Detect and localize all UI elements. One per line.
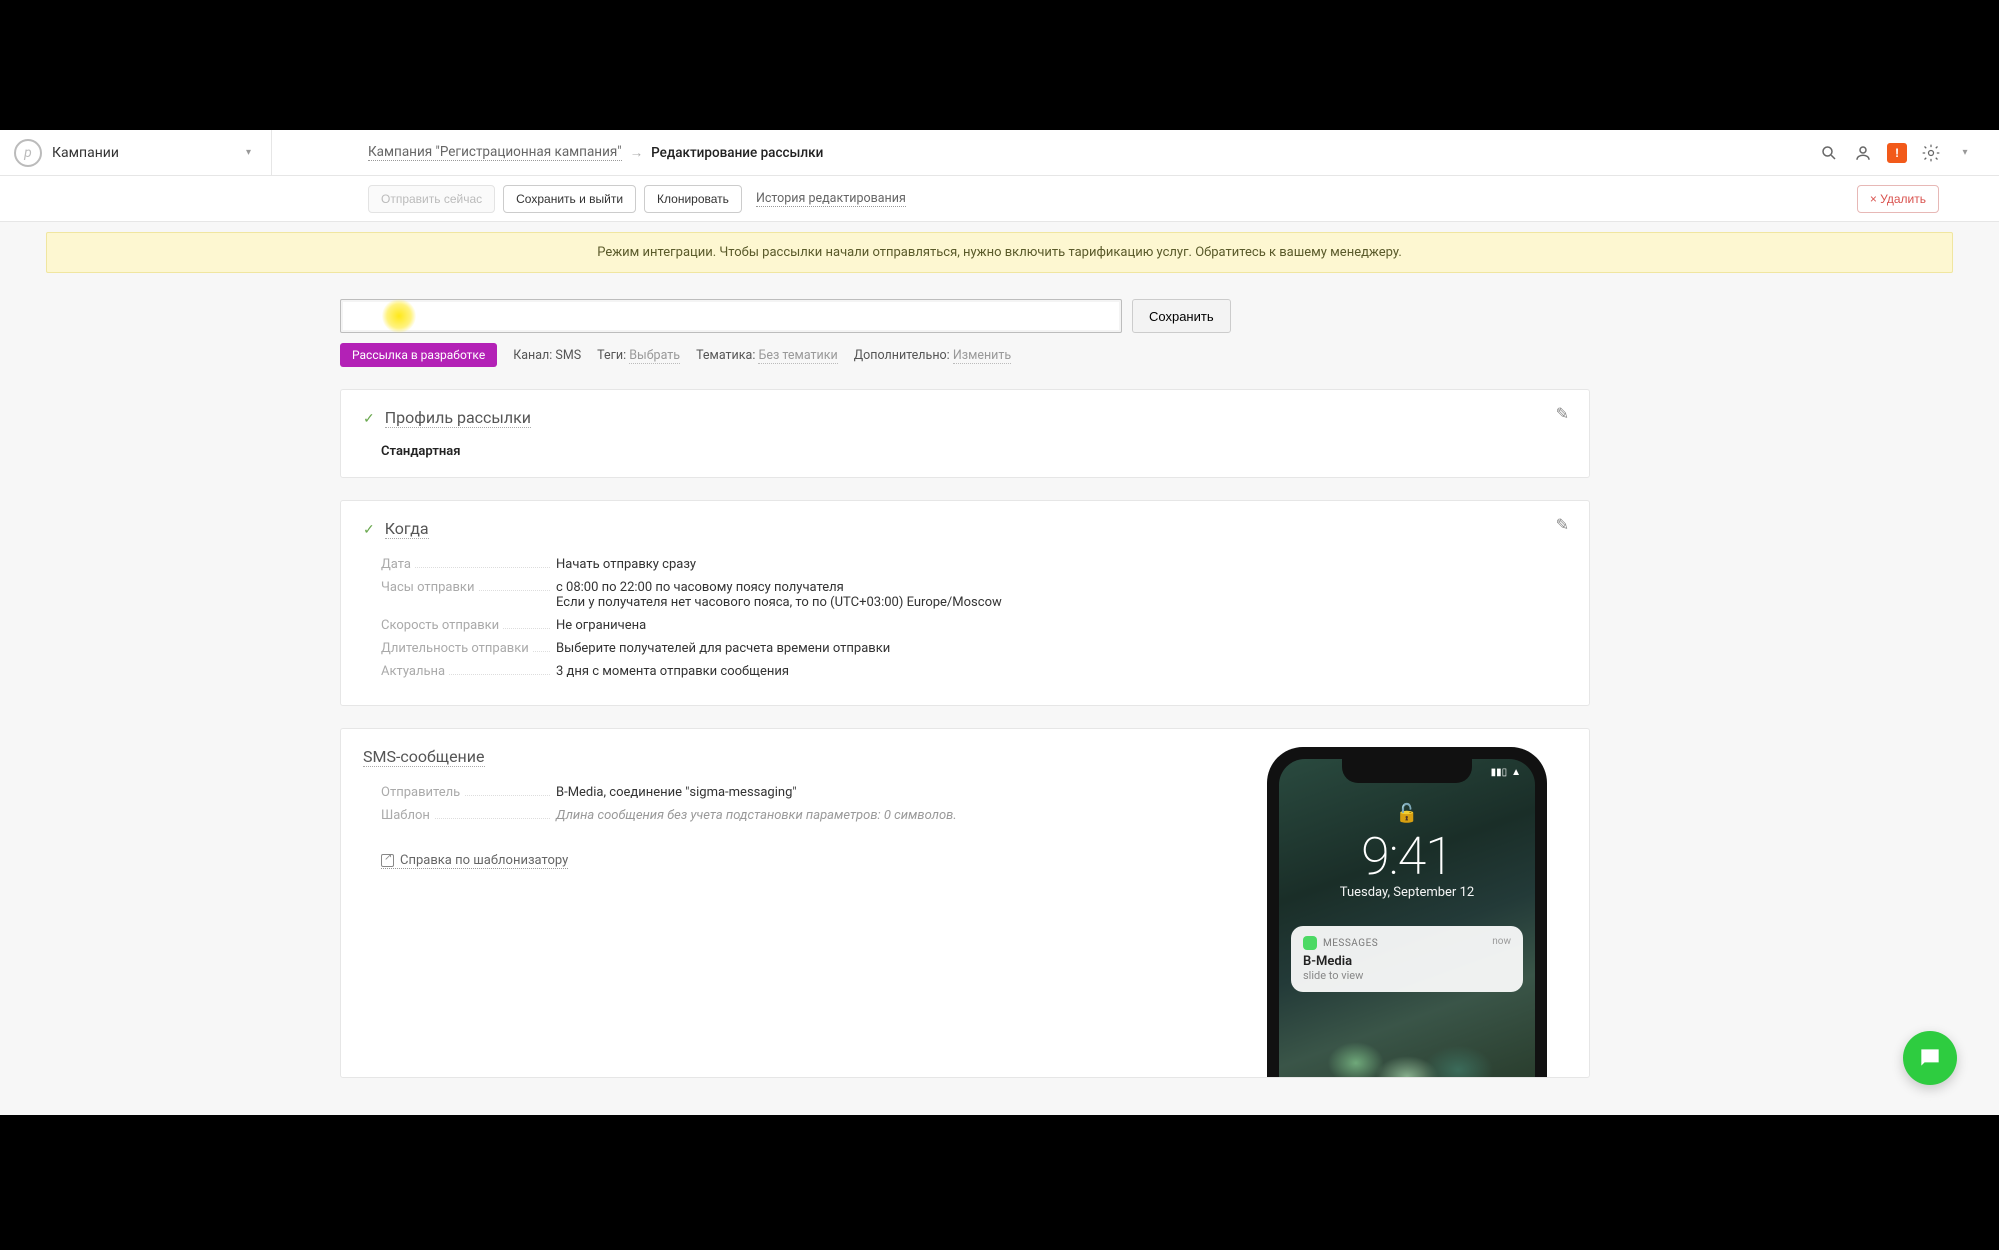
breadcrumb-separator-icon: → — [630, 145, 644, 161]
integration-notice: Режим интеграции. Чтобы рассылки начали … — [46, 232, 1953, 273]
send-now-button: Отправить сейчас — [368, 185, 495, 213]
notification-badge-icon[interactable]: ! — [1887, 143, 1907, 163]
meta-row: Рассылка в разработке Канал: SMS Теги: В… — [340, 343, 1590, 367]
phone-wallpaper — [1279, 1007, 1535, 1077]
save-and-exit-button[interactable]: Сохранить и выйти — [503, 185, 636, 213]
chevron-down-icon[interactable]: ▾ — [1955, 143, 1975, 163]
check-icon: ✓ — [363, 411, 375, 427]
channel-meta: Канал: SMS — [513, 348, 581, 363]
breadcrumb-parent-link[interactable]: Кампания "Регистрационная кампания" — [368, 144, 622, 161]
phone-time: 9:41 — [1279, 826, 1535, 887]
topbar: p Кампании ▾ Кампания "Регистрационная к… — [0, 130, 1999, 176]
brand-dropdown[interactable]: p Кампании ▾ — [0, 130, 272, 175]
check-icon: ✓ — [363, 522, 375, 538]
broadcast-title-input[interactable] — [340, 299, 1122, 333]
sms-row-sender: Отправитель B-Media, соединение "sigma-m… — [381, 785, 1217, 800]
edit-icon[interactable]: ✎ — [1556, 515, 1569, 534]
when-card: ✎ ✓ Когда Дата Начать отправку сразу Час… — [340, 500, 1590, 706]
tags-meta: Теги: Выбрать — [597, 348, 680, 363]
lock-icon: 🔓 — [1279, 803, 1535, 824]
status-badge: Рассылка в разработке — [340, 343, 497, 367]
chat-fab-button[interactable] — [1903, 1031, 1957, 1085]
phone-notch — [1342, 759, 1472, 783]
phone-date: Tuesday, September 12 — [1279, 885, 1535, 900]
tags-select-link[interactable]: Выбрать — [629, 348, 680, 364]
topic-value-link[interactable]: Без тематики — [758, 348, 837, 364]
when-row-speed: Скорость отправки Не ограничена — [381, 618, 1567, 633]
clone-button[interactable]: Клонировать — [644, 185, 742, 213]
breadcrumb-current: Редактирование рассылки — [651, 145, 823, 161]
edit-icon[interactable]: ✎ — [1556, 404, 1569, 423]
when-row-hours: Часы отправки с 08:00 по 22:00 по часово… — [381, 580, 1567, 610]
when-row-actual: Актуальна 3 дня с момента отправки сообщ… — [381, 664, 1567, 679]
phone-notification: MESSAGES now B-Media slide to view — [1291, 926, 1523, 992]
chevron-down-icon[interactable]: ▾ — [240, 141, 257, 164]
action-bar: Отправить сейчас Сохранить и выйти Клони… — [0, 176, 1999, 222]
profile-value: Стандартная — [381, 444, 1567, 459]
brand-logo-icon: p — [14, 139, 42, 167]
notif-time: now — [1492, 936, 1511, 947]
brand-name: Кампании — [52, 145, 230, 161]
sms-card-title: SMS-сообщение — [363, 747, 485, 767]
phone-preview: ▮▮▯▲ 🔓 9:41 Tuesday, September 12 MESSAG… — [1247, 747, 1567, 1077]
profile-card-title: Профиль рассылки — [385, 408, 531, 428]
when-card-title: Когда — [385, 519, 429, 539]
notif-app-label: MESSAGES — [1323, 938, 1378, 949]
delete-button[interactable]: × Удалить — [1857, 185, 1939, 213]
save-button[interactable]: Сохранить — [1132, 299, 1231, 333]
external-link-icon — [381, 854, 394, 867]
template-help-link[interactable]: Справка по шаблонизатору — [381, 853, 568, 869]
main-column: Сохранить Рассылка в разработке Канал: S… — [340, 299, 1590, 1078]
when-row-date: Дата Начать отправку сразу — [381, 557, 1567, 572]
sms-row-template: Шаблон Длина сообщения без учета подстан… — [381, 808, 1217, 823]
extra-edit-link[interactable]: Изменить — [953, 348, 1011, 364]
sms-card: SMS-сообщение Отправитель B-Media, соеди… — [340, 728, 1590, 1078]
settings-icon[interactable] — [1921, 143, 1941, 163]
messages-app-icon — [1303, 936, 1317, 950]
edit-history-link[interactable]: История редактирования — [756, 191, 906, 207]
when-row-duration: Длительность отправки Выберите получател… — [381, 641, 1567, 656]
notif-title: B-Media — [1303, 954, 1511, 969]
search-icon[interactable] — [1819, 143, 1839, 163]
breadcrumb: Кампания "Регистрационная кампания" → Ре… — [272, 144, 823, 161]
profile-card: ✎ ✓ Профиль рассылки Стандартная — [340, 389, 1590, 478]
phone-status-icons: ▮▮▯▲ — [1491, 767, 1521, 778]
notif-subtitle: slide to view — [1303, 969, 1511, 982]
topic-meta: Тематика: Без тематики — [696, 348, 838, 363]
extra-meta: Дополнительно: Изменить — [854, 348, 1011, 363]
user-icon[interactable] — [1853, 143, 1873, 163]
